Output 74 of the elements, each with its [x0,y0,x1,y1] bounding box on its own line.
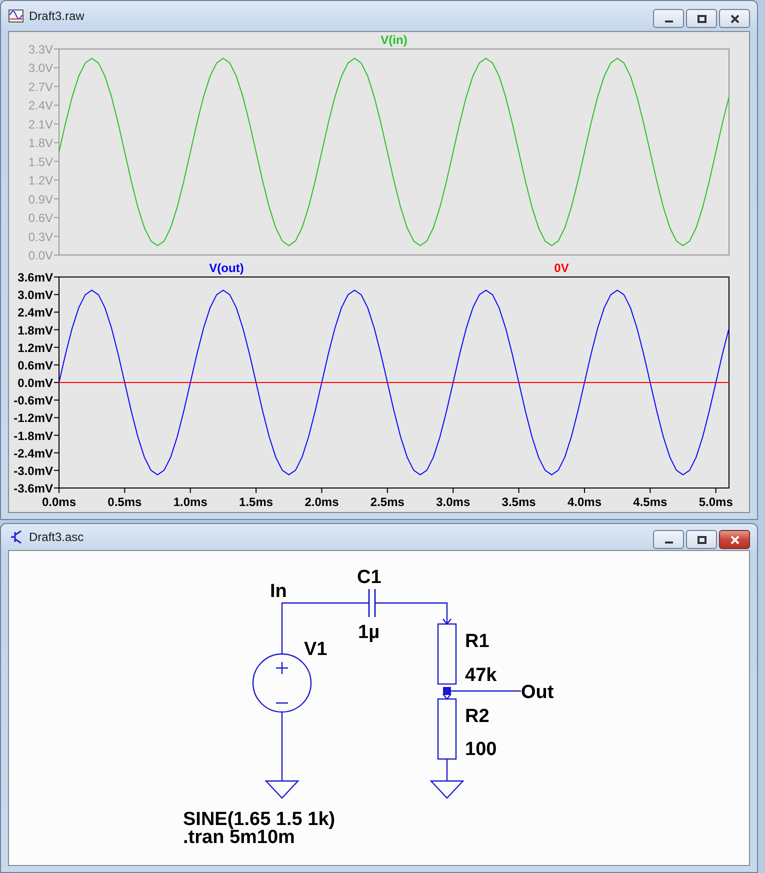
resistor-symbol [437,694,457,760]
net-label: Out [521,682,554,703]
axis-tick-label: 3.0V [28,61,53,76]
component-value: 47k [465,665,497,686]
axis-tick-label: 4.0ms [567,495,602,509]
axis-tick-label: 2.5ms [370,495,404,509]
axis-tick-label: 0.3V [28,230,53,244]
component-name: V1 [304,639,328,660]
trace-name[interactable]: V(in) [380,33,408,47]
wire [281,712,283,781]
axis-tick-label: 1.8V [28,136,53,150]
capacitor-symbol [368,588,376,618]
component-value: 1µ [358,622,380,643]
axis-tick-label: 1.8mV [18,323,53,338]
axis-tick-label: 0.9V [28,192,53,206]
axis-tick-label: 0.0mV [18,376,53,390]
axis-tick-label: -3.6mV [14,482,53,496]
axis-tick-label: 4.5ms [633,495,668,509]
axis-tick-label: 2.4V [28,98,53,113]
axis-tick-label: 0.0V [28,248,53,262]
maximize-button[interactable] [686,9,717,28]
axis-tick-label: 2.4mV [18,306,53,320]
ground-symbol [264,780,300,799]
axis-tick-label: -0.6mV [14,394,53,408]
voltage-source-symbol [252,653,312,713]
component-name: R2 [465,706,490,727]
axis-tick-label: 3.5ms [502,495,536,509]
close-button[interactable] [719,9,750,28]
axis-tick-label: -1.8mV [14,428,53,443]
axis-tick-label: -2.4mV [14,446,53,460]
axis-tick-label: 1.2mV [18,340,53,355]
component-value: 100 [465,739,497,760]
component-name: C1 [357,567,382,588]
minimize-button[interactable] [653,530,684,549]
resistor-symbol [437,618,457,685]
axis-tick-label: 3.0ms [436,495,470,509]
ground-symbol [430,780,464,799]
trace-name[interactable]: 0V [554,261,569,275]
axis-tick-label: 2.1V [28,117,53,132]
close-icon [730,14,739,23]
minimize-icon [664,541,672,543]
axis-tick-label: 0.6V [28,211,53,226]
axis-tick-label: 2.7V [28,80,53,94]
wire [446,759,448,781]
maximize-icon [697,536,706,544]
axis-tick-label: -1.2mV [14,411,53,426]
axis-tick-label: 1.5ms [239,495,274,509]
axis-tick-label: 3.0mV [18,288,53,302]
axis-tick-label: 0.0ms [42,495,76,509]
axis-tick-label: 0.5ms [108,495,142,509]
axis-tick-label: -3.0mV [14,464,53,478]
trace-name[interactable]: V(out) [209,261,244,275]
window-title: Draft3.raw [29,9,86,23]
waveform-icon [8,10,24,22]
net-label: In [270,581,287,602]
axis-tick-label: 5.0ms [698,495,733,509]
axis-tick-label: 1.2V [28,174,53,188]
close-icon [730,535,739,544]
maximize-button[interactable] [686,530,717,549]
axis-tick-label: 0.6mV [18,358,53,372]
axis-tick-label: 3.3V [28,42,53,56]
axis-tick-label: 2.0ms [304,495,339,509]
window-title: Draft3.asc [29,530,85,544]
close-button[interactable] [719,530,750,549]
minimize-button[interactable] [653,9,684,28]
wire [450,690,521,692]
axis-tick-label: 3.6mV [18,270,53,284]
minimize-icon [664,20,672,22]
axis-tick-label: 1.0ms [173,495,208,509]
transistor-icon [10,530,22,544]
axis-tick-label: 1.5V [28,154,53,169]
maximize-icon [697,14,706,22]
component-name: R1 [465,631,490,652]
source-value: SINE(1.65 1.5 1k) [183,809,336,830]
